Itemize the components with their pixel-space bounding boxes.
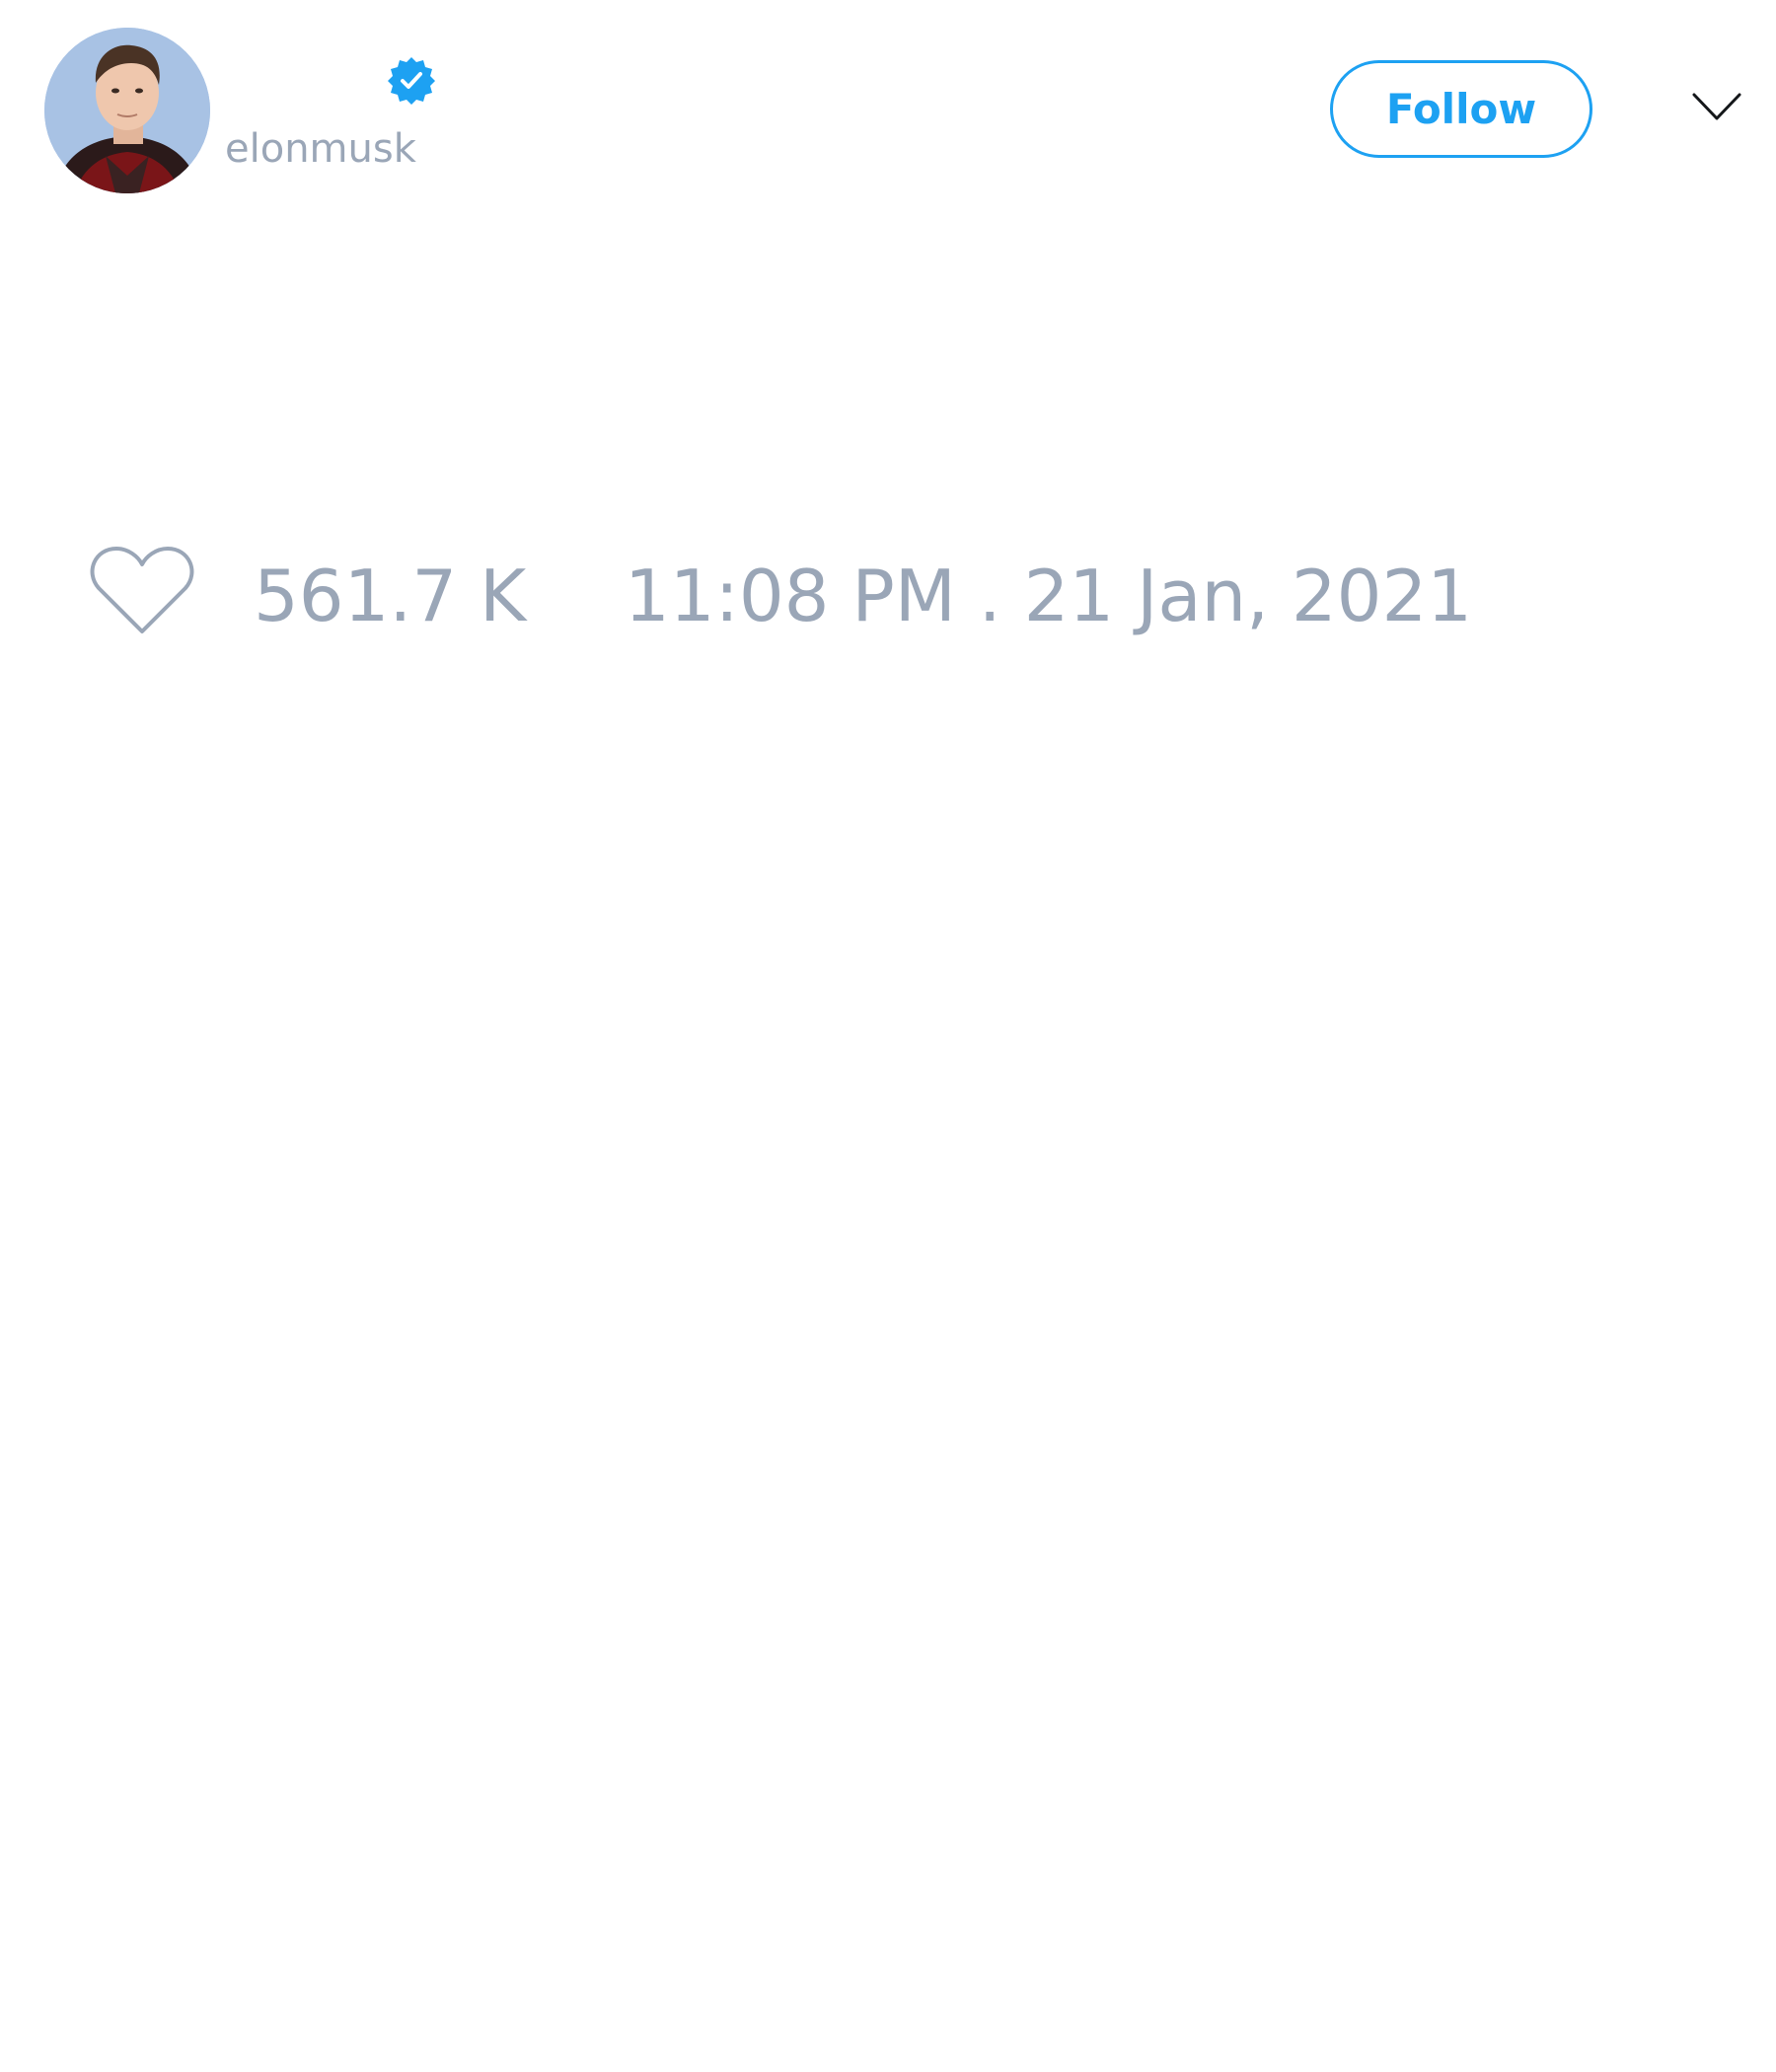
avatar[interactable] [44,28,210,193]
tweet-meta-row: 561.7 K 11:08 PM . 21 Jan, 2021 [89,541,1667,639]
avatar-photo [44,28,210,193]
author-handle[interactable]: elonmusk [225,126,416,172]
like-count: 561.7 K [254,555,527,637]
heart-icon[interactable] [89,543,195,637]
tweet-card: elonmusk Follow 561.7 K 11:08 PM . 21 Ja… [0,0,1776,2072]
tweet-timestamp[interactable]: 11:08 PM . 21 Jan, 2021 [625,555,1472,637]
verified-badge-icon [388,57,435,105]
follow-button[interactable]: Follow [1330,60,1592,158]
chevron-down-icon[interactable] [1691,89,1742,124]
author-name-row [227,55,523,107]
